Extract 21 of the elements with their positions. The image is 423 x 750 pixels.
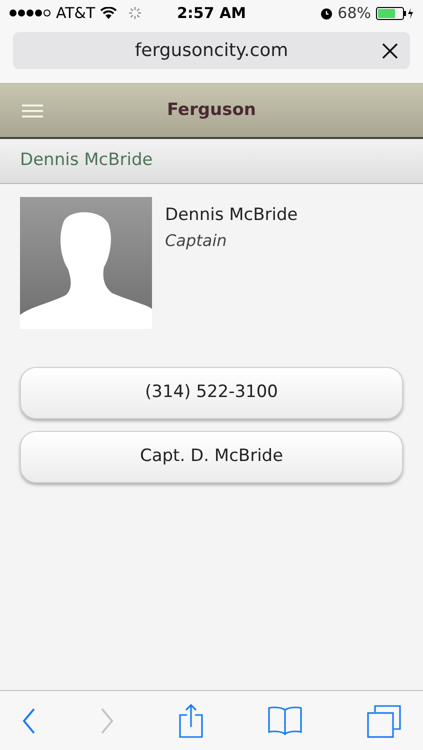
action-button[interactable]: Capt. D. McBride <box>20 431 403 483</box>
battery-icon <box>376 6 414 20</box>
close-icon[interactable] <box>382 42 398 58</box>
back-icon[interactable] <box>22 706 36 734</box>
address-bar[interactable]: fergusoncity.com <box>13 32 410 69</box>
tabs-icon[interactable] <box>367 704 401 738</box>
action-button[interactable]: (314) 522-3100 <box>20 367 403 419</box>
spinner-icon <box>128 6 142 20</box>
menu-icon[interactable] <box>22 104 43 118</box>
battery-percent: 68% <box>338 2 372 24</box>
profile-role: Captain <box>165 230 228 252</box>
url-text: fergusoncity.com <box>134 39 288 63</box>
profile-name: Dennis McBride <box>165 204 298 227</box>
wifi-icon <box>100 7 118 19</box>
section-title: Dennis McBride <box>20 149 153 172</box>
site-title: Ferguson <box>166 98 256 122</box>
signal-icon <box>9 9 51 17</box>
share-icon[interactable] <box>178 702 204 738</box>
time-label: 2:57 AM <box>176 2 246 24</box>
book-icon[interactable] <box>267 706 304 736</box>
carrier-label: AT&T <box>56 2 96 24</box>
